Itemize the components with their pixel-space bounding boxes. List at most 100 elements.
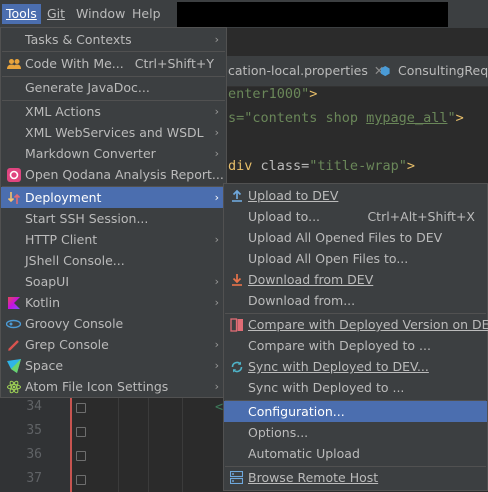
line-number: 34 <box>26 399 42 414</box>
menu-item-label: Compare with Deployed to ... <box>248 338 431 353</box>
space-icon <box>6 358 21 373</box>
menu-item-upload-to[interactable]: Upload to... Ctrl+Alt+Shift+X <box>224 206 487 227</box>
menu-item-jshell[interactable]: JShell Console... <box>1 250 226 271</box>
menu-item-label: Deployment <box>25 190 102 205</box>
right-margin-guide <box>70 394 72 492</box>
menu-item-label: HTTP Client <box>25 232 98 247</box>
menu-item-compare-deployed-dev[interactable]: Compare with Deployed Version on DEV <box>224 314 488 335</box>
menu-item-options[interactable]: Options... <box>224 422 487 443</box>
menu-item-label: Markdown Converter <box>25 146 156 161</box>
menu-item-label: Groovy Console <box>25 316 124 331</box>
menu-item-grep-console[interactable]: Grep Console › <box>1 334 226 355</box>
menu-item-label: Automatic Upload <box>248 446 360 461</box>
menu-item-label: Upload All Opened Files to DEV <box>248 230 443 245</box>
menu-item-soapui[interactable]: SoapUI › <box>1 271 226 292</box>
menu-item-http-client[interactable]: HTTP Client › <box>1 229 226 250</box>
kotlin-icon <box>6 295 21 310</box>
submenu-arrow-icon: › <box>214 33 219 46</box>
menu-item-label: Configuration... <box>248 404 345 419</box>
shortcut-label: Ctrl+Alt+Shift+X <box>367 209 475 224</box>
fold-marker-icon[interactable] <box>76 475 86 485</box>
menu-item-compare-deployed-to[interactable]: Compare with Deployed to ... <box>224 335 487 356</box>
menu-item-label: Upload to DEV <box>248 188 339 203</box>
menu-item-download-from[interactable]: Download from... <box>224 290 487 311</box>
main-menu-bar: Tools Git Window Help <box>0 0 488 28</box>
submenu-arrow-icon: › <box>214 338 219 351</box>
menu-item-label: Generate JavaDoc... <box>25 80 150 95</box>
deployment-submenu: Upload to DEV Upload to... Ctrl+Alt+Shift… <box>223 183 488 491</box>
menu-item-deployment[interactable]: Deployment › <box>1 187 226 208</box>
menu-git[interactable]: Git <box>43 4 69 24</box>
menu-window[interactable]: Window <box>72 4 129 24</box>
menu-item-label: SoapUI <box>25 274 70 289</box>
line-number: 35 <box>26 423 42 438</box>
code-string: enter1000" <box>228 86 310 102</box>
menu-item-download-from-dev[interactable]: Download from DEV <box>224 269 487 290</box>
menu-item-label: JShell Console... <box>25 253 125 268</box>
menu-item-label: Compare with Deployed Version on DEV <box>248 317 488 332</box>
grep-icon <box>6 337 21 352</box>
menu-item-label: Upload to... <box>248 209 321 224</box>
menu-item-label: Grep Console <box>25 337 109 352</box>
code-string: s="contents shop <box>228 110 367 126</box>
menu-item-kotlin[interactable]: Kotlin › <box>1 292 226 313</box>
menu-item-generate-javadoc[interactable]: Generate JavaDoc... <box>1 77 226 98</box>
menu-item-groovy-console[interactable]: Groovy Console <box>1 313 226 334</box>
submenu-arrow-icon: › <box>214 105 219 118</box>
menu-item-label: Upload All Open Files to... <box>248 251 409 266</box>
menu-item-upload-to-dev[interactable]: Upload to DEV <box>224 185 487 206</box>
menu-tools-label: Tools <box>6 6 37 21</box>
submenu-arrow-icon: › <box>214 126 219 139</box>
menu-tools[interactable]: Tools <box>2 4 41 24</box>
menu-item-upload-all-opened-dev[interactable]: Upload All Opened Files to DEV <box>224 227 487 248</box>
menu-item-tasks-contexts[interactable]: Tasks & Contexts › <box>1 29 226 50</box>
menu-item-markdown-converter[interactable]: Markdown Converter › <box>1 143 226 164</box>
fold-marker-icon[interactable] <box>76 451 86 461</box>
menu-item-automatic-upload[interactable]: Automatic Upload <box>224 443 487 464</box>
indent-guide <box>182 394 183 492</box>
code-line: enter1000"> <box>228 86 317 102</box>
shortcut-label: Ctrl+Shift+Y <box>134 56 214 71</box>
code-string-underlined: mypage_all <box>366 110 448 126</box>
menu-item-code-with-me[interactable]: Code With Me... Ctrl+Shift+Y <box>1 53 226 74</box>
menu-item-atom-file-icon[interactable]: Atom File Icon Settings › <box>1 376 226 397</box>
menu-item-label: Code With Me... <box>25 56 124 71</box>
fold-marker-icon[interactable] <box>76 403 86 413</box>
menu-item-start-ssh[interactable]: Start SSH Session... <box>1 208 226 229</box>
line-number: 36 <box>26 447 42 462</box>
submenu-arrow-icon: › <box>214 191 219 204</box>
menu-item-label: Options... <box>248 425 309 440</box>
qodana-icon <box>6 167 21 182</box>
menu-window-label: Window <box>76 6 126 21</box>
compare-icon <box>229 317 244 332</box>
tab-label: ConsultingReque <box>398 63 488 78</box>
code-tag: div <box>228 158 253 174</box>
menu-item-xml-webservices[interactable]: XML WebServices and WSDL › <box>1 122 226 143</box>
menu-item-upload-all-open-to[interactable]: Upload All Open Files to... <box>224 248 487 269</box>
submenu-arrow-icon: › <box>214 147 219 160</box>
menu-item-configuration[interactable]: Configuration... <box>224 401 487 422</box>
code-line: div class="title-wrap"> <box>228 158 415 174</box>
menu-item-sync-deployed-dev[interactable]: Sync with Deployed to DEV... <box>224 356 487 377</box>
indent-guide <box>118 394 119 492</box>
menu-item-label: Atom File Icon Settings <box>25 379 169 394</box>
menu-item-label: Tasks & Contexts <box>25 32 132 47</box>
editor-tab-consulting[interactable]: ⬢ ConsultingReque <box>380 56 488 86</box>
code-line: s="contents shop mypage_all"> <box>228 110 464 126</box>
menu-item-sync-deployed-to[interactable]: Sync with Deployed to ... <box>224 377 487 398</box>
menu-item-label: Browse Remote Host <box>248 470 379 485</box>
menu-item-xml-actions[interactable]: XML Actions › <box>1 101 226 122</box>
fold-marker-icon[interactable] <box>76 427 86 437</box>
download-icon <box>229 272 244 287</box>
menu-item-open-qodana[interactable]: Open Qodana Analysis Report... <box>1 164 226 185</box>
menu-item-label: Kotlin <box>25 295 60 310</box>
submenu-arrow-icon: › <box>214 275 219 288</box>
menu-help-label: Help <box>132 6 161 21</box>
menu-item-label: Download from DEV <box>248 272 374 287</box>
editor-tab-properties[interactable]: cation-local.properties ✕ <box>228 56 384 86</box>
tools-menu: Tasks & Contexts › Code With Me... Ctrl+Sh… <box>0 27 227 398</box>
submenu-arrow-icon: › <box>214 380 219 393</box>
menu-item-space[interactable]: Space › <box>1 355 226 376</box>
menu-item-browse-remote-host[interactable]: Browse Remote Host <box>224 467 487 488</box>
menu-help[interactable]: Help <box>128 4 165 24</box>
